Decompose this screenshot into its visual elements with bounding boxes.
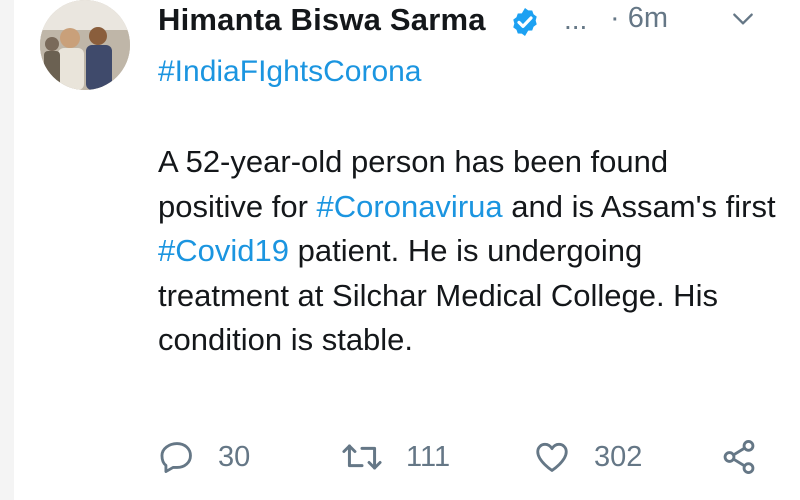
share-button[interactable] [720,430,758,484]
share-icon [723,440,755,474]
tweet-text: A 52-year-old person has been found posi… [158,140,778,363]
reply-icon [160,442,192,473]
tweet-text-part: and is Assam's first [502,188,776,224]
reply-count: 30 [218,440,251,473]
hashtag-link[interactable]: #Coronavirua [317,189,503,224]
author-name[interactable]: Himanta Biswa Sarma [158,2,486,38]
reply-button[interactable]: 30 [158,430,250,484]
tweet-timestamp[interactable]: · 6m [610,2,668,35]
retweet-count: 111 [406,440,451,473]
profile-photo [40,0,130,90]
more-ellipsis[interactable]: ... [564,4,587,36]
like-count: 302 [594,440,643,473]
hashtag-link[interactable]: #Covid19 [158,233,289,268]
retweet-icon [342,444,382,470]
like-button[interactable]: 302 [532,430,642,484]
avatar[interactable] [40,0,130,90]
hashtag-link[interactable]: #IndiaFIghtsCorona [158,55,422,89]
tweet-card: Himanta Biswa Sarma ... · 6m #IndiaFIght… [0,0,800,500]
verified-badge-icon [513,8,537,36]
left-border [0,0,14,500]
heart-icon [536,442,568,472]
chevron-down-icon[interactable] [730,6,756,32]
retweet-button[interactable]: 111 [340,430,450,484]
tweet-actions: 30 111 302 [0,430,800,490]
